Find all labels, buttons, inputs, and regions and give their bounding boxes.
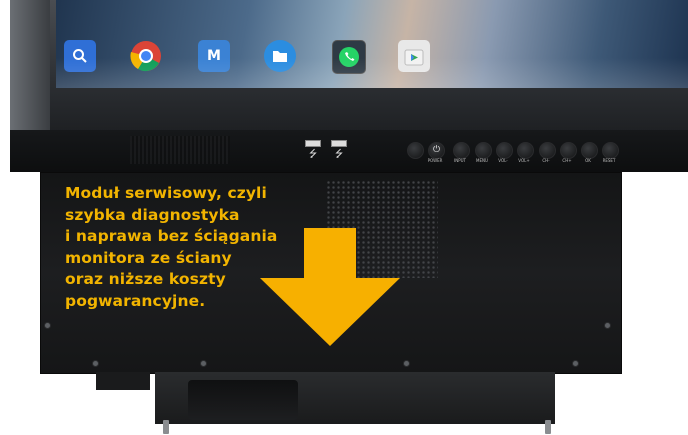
product-photo: M ⭍ ⭍ ⏻ POWER INPUT MENU VOL- VOL+ CH- C… <box>0 0 688 435</box>
screw <box>604 322 611 329</box>
usb-port-1: ⭍ <box>304 140 322 162</box>
bracket-foot <box>163 420 169 434</box>
menu-button <box>475 142 492 159</box>
button-label: VOL+ <box>518 158 530 163</box>
usb-port-2: ⭍ <box>330 140 348 162</box>
ok-button <box>581 142 598 159</box>
power-icon: ⏻ <box>432 145 441 155</box>
speaker-grille <box>130 136 230 164</box>
play-store-app-icon <box>398 40 430 72</box>
ch-up-button <box>560 142 577 159</box>
button-label: INPUT <box>454 158 466 163</box>
screw <box>44 322 51 329</box>
monitor-screen: M <box>56 0 688 88</box>
input-button <box>453 142 470 159</box>
vol-up-button <box>517 142 534 159</box>
bracket-foot <box>545 420 551 434</box>
button-label: POWER <box>427 158 443 163</box>
power-button: ⏻ <box>428 142 445 159</box>
monitor-frame-edge <box>10 0 50 132</box>
search-app-icon <box>64 40 96 72</box>
reset-button <box>602 142 619 159</box>
button-label: CH+ <box>562 158 572 163</box>
down-arrow-icon <box>260 228 400 346</box>
caption-line: szybka diagnostyka <box>65 205 240 224</box>
front-button <box>407 142 424 159</box>
caption-line: Moduł serwisowy, czyli <box>65 184 267 202</box>
button-label: MENU <box>476 158 488 163</box>
button-label: VOL- <box>498 158 508 163</box>
screw <box>92 360 99 367</box>
screw <box>403 360 410 367</box>
chrome-app-icon <box>130 40 162 72</box>
ch-down-button <box>539 142 556 159</box>
button-label: RESET <box>602 158 616 163</box>
usb-icon: ⭍ <box>308 149 318 160</box>
bracket-handle <box>188 380 298 420</box>
files-app-icon <box>264 40 296 72</box>
module-latch <box>96 372 150 390</box>
button-label: CH- <box>542 158 550 163</box>
screw <box>572 360 579 367</box>
screw <box>200 360 207 367</box>
vol-down-button <box>496 142 513 159</box>
button-label: OK <box>585 158 591 163</box>
usb-icon: ⭍ <box>334 149 344 160</box>
whatsapp-app-icon <box>332 40 366 74</box>
mail-app-icon: M <box>198 40 230 72</box>
